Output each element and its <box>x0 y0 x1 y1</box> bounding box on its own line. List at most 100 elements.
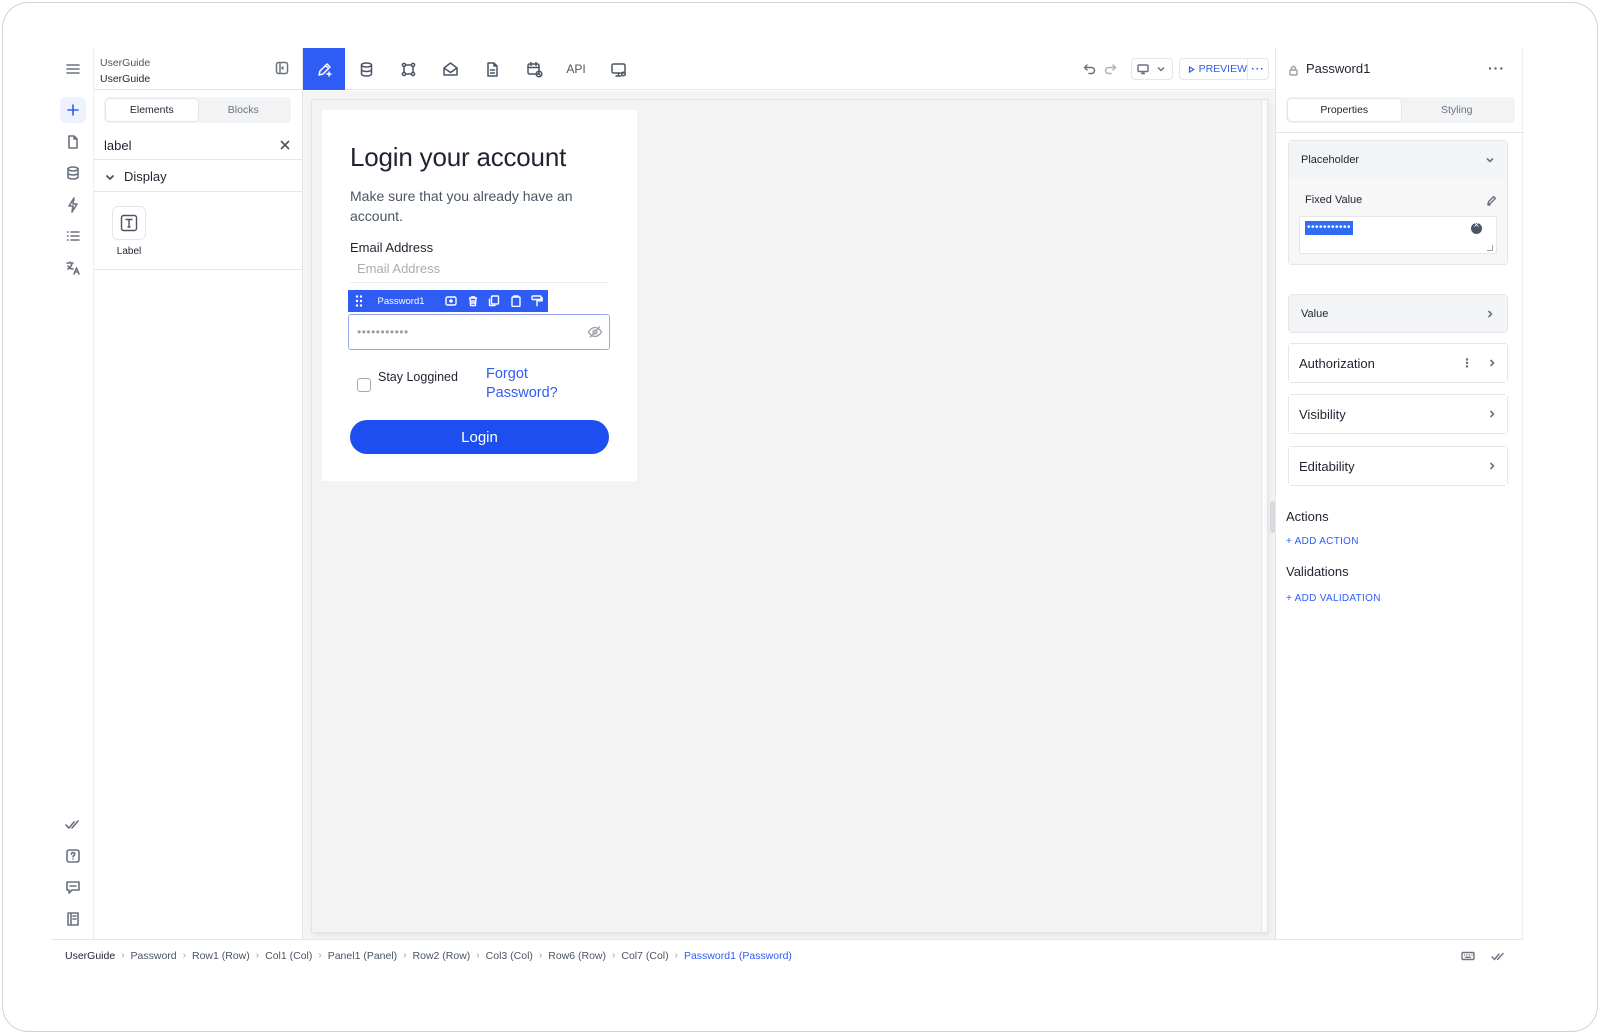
add-element-icon[interactable] <box>60 97 86 123</box>
edit-pen-icon[interactable] <box>1486 195 1497 206</box>
display-group-header[interactable]: Display <box>94 161 303 192</box>
element-search <box>94 130 303 160</box>
login-title: Login your account <box>350 142 567 172</box>
redo-icon[interactable] <box>1103 61 1119 77</box>
lock-icon <box>1288 63 1300 76</box>
list-icon[interactable] <box>60 223 86 249</box>
login-panel[interactable]: Login your account Make sure that you al… <box>322 110 637 481</box>
delete-icon[interactable] <box>462 290 484 312</box>
canvas-scrollbar[interactable] <box>1261 100 1267 932</box>
window-frame: UserGuide UserGuide Elements Blocks Disp… <box>2 2 1598 1032</box>
book-icon[interactable] <box>60 906 86 932</box>
translate-icon[interactable] <box>60 255 86 281</box>
add-action-link[interactable]: + ADD ACTION <box>1286 536 1359 547</box>
screen-settings-button[interactable] <box>597 48 639 90</box>
api-button[interactable]: API <box>555 48 597 90</box>
drag-handle-icon[interactable] <box>348 294 370 308</box>
database-icon[interactable] <box>60 160 86 186</box>
clipboard-icon[interactable] <box>505 290 527 312</box>
breadcrumb-separator: › <box>538 950 543 961</box>
breadcrumb-item[interactable]: Row6 (Row) <box>548 950 606 962</box>
visibility-section-header[interactable]: Visibility <box>1289 395 1507 433</box>
kebab-menu-icon[interactable]: ⋮ <box>1461 356 1473 370</box>
add-validation-link[interactable]: + ADD VALIDATION <box>1286 593 1381 604</box>
clear-search-icon[interactable] <box>278 138 292 152</box>
eye-off-icon[interactable] <box>587 324 603 340</box>
preview-more-button[interactable]: ··· <box>1248 63 1268 75</box>
undo-icon[interactable] <box>1083 61 1099 77</box>
label-element-card[interactable] <box>112 206 146 240</box>
value-section-header[interactable]: Value <box>1289 295 1507 332</box>
stay-logged-checkbox[interactable] <box>357 378 371 392</box>
breadcrumb-item[interactable]: Password1 (Password) <box>684 950 792 962</box>
visibility-section: Visibility <box>1288 394 1508 434</box>
breadcrumb-item[interactable]: Col3 (Col) <box>486 950 533 962</box>
fixed-value-input[interactable]: ••••••••••• <box>1299 216 1497 254</box>
login-button[interactable]: Login <box>350 420 609 454</box>
tab-styling[interactable]: Styling <box>1401 99 1514 121</box>
comment-icon[interactable] <box>60 874 86 900</box>
breadcrumb-separator: › <box>121 950 125 961</box>
duplicate-icon[interactable] <box>483 290 505 312</box>
app-root: UserGuide UserGuide Elements Blocks Disp… <box>51 48 1553 993</box>
authorization-section: Authorization ⋮ <box>1288 343 1508 383</box>
paint-roller-icon[interactable] <box>526 290 548 312</box>
fixed-value-row: Fixed Value <box>1299 188 1497 212</box>
footer-bar: UserGuide › Password › Row1 (Row) › Col1 (Col)… <box>51 939 1523 971</box>
preview-button[interactable]: PREVIEW <box>1180 59 1248 79</box>
editability-section-title: Editability <box>1299 458 1355 474</box>
chevron-right-icon <box>1489 462 1495 470</box>
add-inside-icon[interactable] <box>440 290 462 312</box>
workflow-button[interactable] <box>387 48 429 90</box>
label-element-name: Label <box>116 246 142 257</box>
authorization-section-header[interactable]: Authorization ⋮ <box>1289 344 1507 382</box>
document-button[interactable] <box>471 48 513 90</box>
schedule-button[interactable] <box>513 48 555 90</box>
tab-blocks[interactable]: Blocks <box>198 99 290 121</box>
placeholder-section-body: Fixed Value ••••••••••• <box>1289 178 1507 264</box>
lightning-icon[interactable] <box>60 192 86 218</box>
display-group-title: Display <box>124 168 167 184</box>
data-button[interactable] <box>345 48 387 90</box>
more-options-icon[interactable]: ··· <box>1488 60 1505 76</box>
chevron-down-icon <box>104 170 116 182</box>
breadcrumb-item[interactable]: Col1 (Col) <box>265 950 312 962</box>
email-field[interactable] <box>350 255 608 283</box>
value-section-title: Value <box>1301 307 1329 320</box>
email-button[interactable] <box>429 48 471 90</box>
canvas-page[interactable]: Login your account Make sure that you al… <box>312 100 1267 932</box>
placeholder-section: Placeholder Fixed Value ••••••••••• <box>1288 140 1508 265</box>
menu-icon[interactable] <box>60 56 86 82</box>
check-all-icon[interactable] <box>60 811 86 837</box>
project-name-line2: UserGuide <box>100 73 151 85</box>
keyboard-icon[interactable] <box>1461 949 1475 963</box>
breadcrumb-item[interactable]: Col7 (Col) <box>621 950 668 962</box>
chevron-right-icon <box>1487 309 1493 318</box>
editability-section-header[interactable]: Editability <box>1289 447 1507 485</box>
tab-elements[interactable]: Elements <box>106 99 198 121</box>
chevron-down-icon <box>1157 66 1165 72</box>
project-name-line1: UserGuide <box>100 57 151 69</box>
help-icon[interactable] <box>60 843 86 869</box>
check-all-icon[interactable] <box>1491 949 1505 963</box>
device-selector[interactable] <box>1131 58 1173 80</box>
page-icon[interactable] <box>60 129 86 155</box>
elements-panel: UserGuide UserGuide Elements Blocks Disp… <box>94 48 303 939</box>
design-mode-button[interactable] <box>303 48 345 90</box>
breadcrumb-item[interactable]: Row1 (Row) <box>192 950 250 962</box>
clear-value-icon[interactable] <box>1471 220 1482 234</box>
password-field[interactable] <box>357 323 577 341</box>
resize-grip-icon[interactable] <box>1487 245 1493 251</box>
element-search-input[interactable] <box>104 136 264 154</box>
collapse-panel-icon[interactable] <box>275 61 289 75</box>
play-icon <box>1188 65 1195 73</box>
breadcrumb-item[interactable]: Panel1 (Panel) <box>328 950 397 962</box>
selected-element-title: Password1 <box>1306 61 1371 76</box>
tab-properties[interactable]: Properties <box>1288 99 1401 121</box>
breadcrumb-item[interactable]: Password <box>131 950 177 962</box>
visibility-section-title: Visibility <box>1299 406 1346 422</box>
placeholder-section-header[interactable]: Placeholder <box>1289 141 1507 178</box>
forgot-password-link[interactable]: Forgot Password? <box>486 365 596 403</box>
breadcrumb-item[interactable]: UserGuide <box>65 950 115 962</box>
breadcrumb-item[interactable]: Row2 (Row) <box>413 950 471 962</box>
